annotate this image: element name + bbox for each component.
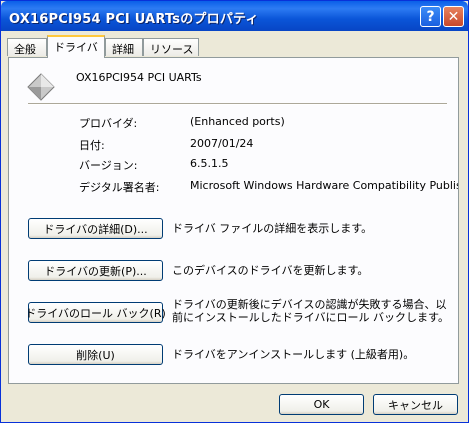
tab-details[interactable]: 詳細 bbox=[105, 38, 143, 56]
close-icon: ✕ bbox=[447, 8, 460, 25]
cancel-button[interactable]: キャンセル bbox=[373, 394, 458, 415]
signer-value: Microsoft Windows Hardware Compatibility… bbox=[190, 179, 458, 192]
uninstall-description: ドライバをアンインストールします (上級者用)。 bbox=[172, 348, 415, 361]
driver-panel: OX16PCI954 PCI UARTs プロバイダ: (Enhanced po… bbox=[8, 57, 459, 384]
update-driver-button[interactable]: ドライバの更新(P)... bbox=[28, 260, 163, 281]
rollback-driver-button[interactable]: ドライバのロール バック(R) bbox=[25, 302, 166, 323]
rollback-driver-description: ドライバの更新後にデバイスの認識が失敗する場合、以 前にインストールしたドライバ… bbox=[172, 298, 449, 324]
provider-label: プロバイダ: bbox=[79, 117, 138, 130]
tab-resources[interactable]: リソース bbox=[143, 38, 199, 56]
date-value: 2007/01/24 bbox=[190, 137, 254, 150]
ok-button[interactable]: OK bbox=[279, 394, 364, 415]
tab-driver[interactable]: ドライバ bbox=[47, 35, 105, 58]
version-label: バージョン: bbox=[79, 159, 138, 172]
help-icon: ? bbox=[426, 8, 435, 25]
uninstall-button[interactable]: 削除(U) bbox=[28, 344, 163, 365]
window-title: OX16PCI954 PCI UARTsのプロパティ bbox=[9, 12, 259, 27]
provider-value: (Enhanced ports) bbox=[190, 115, 285, 128]
separator bbox=[28, 103, 447, 105]
version-value: 6.5.1.5 bbox=[190, 157, 229, 170]
tab-strip: 全般 ドライバ 詳細 リソース bbox=[1, 31, 468, 58]
signer-label: デジタル署名者: bbox=[79, 181, 160, 194]
driver-details-description: ドライバ ファイルの詳細を表示します。 bbox=[172, 222, 373, 235]
device-diamond-icon bbox=[26, 72, 56, 102]
driver-details-button[interactable]: ドライバの詳細(D)... bbox=[28, 218, 163, 239]
update-driver-description: このデバイスのドライバを更新します。 bbox=[172, 264, 369, 277]
properties-dialog: OX16PCI954 PCI UARTsのプロパティ ? ✕ 全般 ドライバ 詳… bbox=[0, 0, 469, 423]
close-button[interactable]: ✕ bbox=[443, 6, 464, 27]
title-bar[interactable]: OX16PCI954 PCI UARTsのプロパティ ? ✕ bbox=[1, 1, 468, 31]
date-label: 日付: bbox=[79, 139, 105, 152]
help-button[interactable]: ? bbox=[420, 6, 441, 27]
tab-general[interactable]: 全般 bbox=[7, 38, 47, 56]
device-name: OX16PCI954 PCI UARTs bbox=[76, 71, 202, 84]
